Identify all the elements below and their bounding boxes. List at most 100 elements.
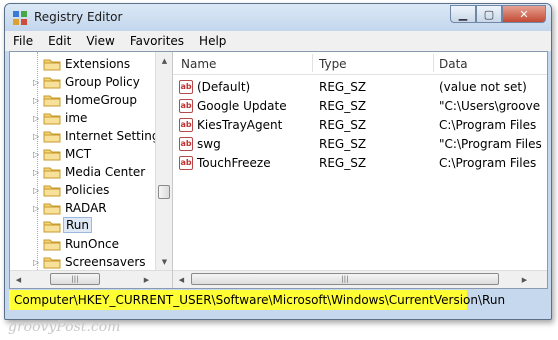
value-type: REG_SZ bbox=[319, 118, 367, 132]
list-header: Name Type Data bbox=[173, 52, 547, 75]
value-data: "C:\Program Files bbox=[439, 137, 542, 151]
folder-icon bbox=[43, 221, 61, 233]
folder-icon bbox=[43, 149, 61, 161]
scroll-right-button[interactable]: ▶ bbox=[516, 271, 533, 288]
status-bar-path: Computer\HKEY_CURRENT_USER\Software\Micr… bbox=[9, 290, 505, 310]
scroll-right-button[interactable]: ▶ bbox=[138, 271, 155, 288]
tree-item[interactable]: Run bbox=[10, 217, 155, 235]
column-divider[interactable] bbox=[312, 54, 313, 72]
value-data: (value not set) bbox=[439, 80, 527, 94]
tree-item-label: Policies bbox=[65, 183, 110, 197]
title-bar[interactable]: Registry Editor ▁ ▢ ✕ bbox=[5, 4, 551, 31]
scroll-left-button[interactable]: ◀ bbox=[173, 271, 190, 288]
value-row[interactable]: ab TouchFreeze REG_SZ C:\Program Files bbox=[173, 154, 547, 173]
folder-icon bbox=[43, 185, 61, 197]
tree-item[interactable]: ▷ ime bbox=[10, 109, 155, 127]
key-tree: Extensions ▷ Group Policy ▷ HomeGroup ▷ ime ▷ In… bbox=[10, 52, 173, 288]
tree-item[interactable]: ▷ HomeGroup bbox=[10, 91, 155, 109]
value-type: REG_SZ bbox=[319, 137, 367, 151]
value-type: REG_SZ bbox=[319, 99, 367, 113]
tree-item[interactable]: Extensions bbox=[10, 55, 155, 73]
arrow-down-icon: ▼ bbox=[161, 257, 168, 266]
window-title: Registry Editor bbox=[34, 10, 123, 24]
watermark: groovyPost.com bbox=[8, 319, 121, 335]
value-type: REG_SZ bbox=[319, 156, 367, 170]
tree-hscroll-thumb[interactable]: ||| bbox=[50, 273, 100, 285]
arrow-up-icon: ▲ bbox=[161, 56, 168, 65]
string-value-icon: ab bbox=[179, 137, 193, 151]
menu-edit[interactable]: Edit bbox=[40, 31, 78, 51]
folder-icon bbox=[43, 95, 61, 107]
value-data: C:\Program Files bbox=[439, 118, 537, 132]
tree-item[interactable]: ▷ Group Policy bbox=[10, 73, 155, 91]
column-header-data[interactable]: Data bbox=[439, 57, 468, 71]
menu-favorites[interactable]: Favorites bbox=[122, 31, 191, 51]
value-name: KiesTrayAgent bbox=[197, 118, 283, 132]
tree-item[interactable]: RunOnce bbox=[10, 235, 155, 253]
expand-arrow-icon[interactable]: ▷ bbox=[33, 186, 39, 195]
column-divider[interactable] bbox=[433, 54, 434, 72]
expand-arrow-icon[interactable]: ▷ bbox=[33, 258, 39, 267]
value-row[interactable]: ab swg REG_SZ "C:\Program Files bbox=[173, 135, 547, 154]
tree-horizontal-scrollbar[interactable]: ◀ ||| ▶ bbox=[10, 270, 172, 288]
registry-editor-window: Registry Editor ▁ ▢ ✕ File Edit View Fav… bbox=[4, 3, 552, 320]
tree-item[interactable]: ▷ Media Center bbox=[10, 163, 155, 181]
expand-arrow-icon[interactable]: ▷ bbox=[33, 204, 39, 213]
menu-help[interactable]: Help bbox=[191, 31, 233, 51]
tree-item[interactable]: ▷ RADAR bbox=[10, 199, 155, 217]
folder-icon bbox=[43, 113, 61, 125]
minimize-button[interactable]: ▁ bbox=[450, 5, 476, 23]
string-value-icon: ab bbox=[179, 118, 193, 132]
value-type: REG_SZ bbox=[319, 80, 367, 94]
tree-item[interactable]: ▷ MCT bbox=[10, 145, 155, 163]
expand-arrow-icon[interactable]: ▷ bbox=[33, 96, 39, 105]
tree-vertical-scrollbar[interactable]: ▲ ▼ bbox=[155, 52, 172, 270]
column-header-name[interactable]: Name bbox=[181, 57, 216, 71]
list-horizontal-scrollbar[interactable]: ◀ ||| ▶ bbox=[173, 270, 547, 288]
scroll-left-button[interactable]: ◀ bbox=[10, 271, 27, 288]
expand-arrow-icon[interactable]: ▷ bbox=[33, 114, 39, 123]
tree-item[interactable]: ▷ Policies bbox=[10, 181, 155, 199]
value-row[interactable]: ab KiesTrayAgent REG_SZ C:\Program Files bbox=[173, 116, 547, 135]
string-value-icon: ab bbox=[179, 80, 193, 94]
expand-arrow-icon[interactable]: ▷ bbox=[33, 150, 39, 159]
scroll-down-button[interactable]: ▼ bbox=[156, 253, 172, 270]
maximize-button[interactable]: ▢ bbox=[476, 5, 502, 23]
menu-file[interactable]: File bbox=[5, 31, 40, 51]
value-row[interactable]: ab Google Update REG_SZ "C:\Users\groove bbox=[173, 97, 547, 116]
folder-icon bbox=[43, 131, 61, 143]
list-hscroll-thumb[interactable]: ||| bbox=[191, 273, 499, 285]
minimize-icon: ▁ bbox=[458, 7, 468, 21]
tree-item-label: HomeGroup bbox=[65, 93, 137, 107]
folder-icon bbox=[43, 257, 61, 269]
value-row[interactable]: ab (Default) REG_SZ (value not set) bbox=[173, 78, 547, 97]
folder-icon bbox=[43, 203, 61, 215]
close-icon: ✕ bbox=[519, 7, 529, 21]
tree-item-label: RunOnce bbox=[65, 237, 120, 251]
expand-arrow-icon[interactable]: ▷ bbox=[33, 132, 39, 141]
value-name: (Default) bbox=[197, 80, 251, 94]
maximize-icon: ▢ bbox=[483, 7, 495, 21]
scroll-up-button[interactable]: ▲ bbox=[156, 52, 172, 69]
value-data: "C:\Users\groove bbox=[439, 99, 541, 113]
tree-item-label: ime bbox=[65, 111, 88, 125]
folder-icon bbox=[43, 59, 61, 71]
folder-icon bbox=[43, 239, 61, 251]
value-name: Google Update bbox=[197, 99, 287, 113]
tree-item-label: Group Policy bbox=[65, 75, 140, 89]
column-header-type[interactable]: Type bbox=[319, 57, 347, 71]
expand-arrow-icon[interactable]: ▷ bbox=[33, 168, 39, 177]
tree-item-label: MCT bbox=[65, 147, 92, 161]
folder-icon bbox=[43, 77, 61, 89]
tree-item-label: Internet Settings bbox=[65, 129, 166, 143]
value-data: C:\Program Files bbox=[439, 156, 537, 170]
expand-arrow-icon[interactable]: ▷ bbox=[33, 78, 39, 87]
value-name: swg bbox=[197, 137, 221, 151]
tree-item-label: Media Center bbox=[65, 165, 146, 179]
close-button[interactable]: ✕ bbox=[502, 5, 546, 23]
tree-scroll-thumb[interactable] bbox=[158, 185, 170, 199]
caption-buttons: ▁ ▢ ✕ bbox=[450, 5, 546, 24]
tree-item[interactable]: ▷ Internet Settings bbox=[10, 127, 166, 145]
menu-view[interactable]: View bbox=[78, 31, 121, 51]
tree-item[interactable]: ▷ Screensavers bbox=[10, 253, 155, 271]
